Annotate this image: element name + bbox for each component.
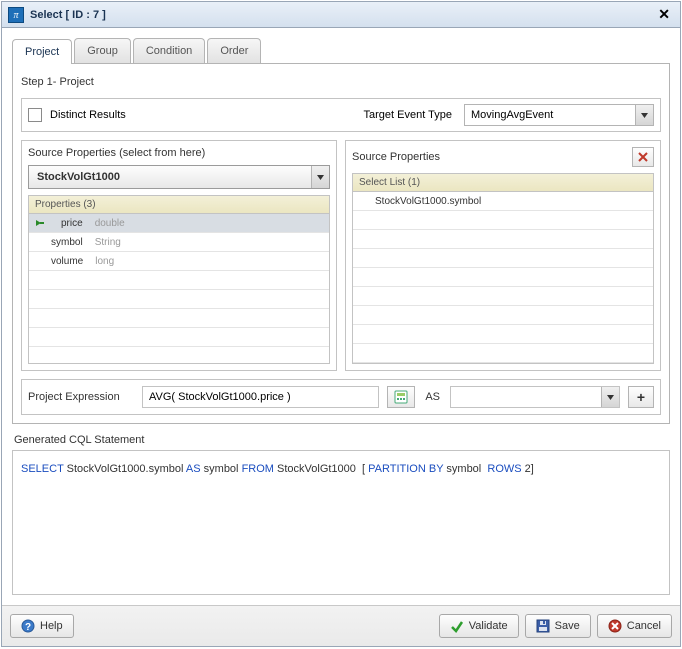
tab-order[interactable]: Order: [207, 38, 261, 63]
add-button[interactable]: +: [628, 386, 654, 408]
target-event-type-label: Target Event Type: [364, 109, 458, 121]
select-list-row: [353, 230, 653, 249]
cql-keyword: FROM: [242, 463, 274, 475]
remove-button[interactable]: [632, 147, 654, 167]
cql-token: [: [362, 463, 365, 475]
select-list-row: [353, 268, 653, 287]
svg-text:?: ?: [25, 622, 31, 633]
button-label: Save: [555, 620, 580, 632]
button-label: Help: [40, 620, 63, 632]
help-icon: ?: [21, 619, 35, 633]
select-list-row: [353, 287, 653, 306]
select-list-row: [353, 344, 653, 363]
close-icon[interactable]: ✕: [654, 6, 674, 23]
check-icon: [450, 619, 464, 633]
select-list-grid: Select List (1) StockVolGt1000.symbol: [352, 173, 654, 364]
cql-keyword: AS: [186, 463, 201, 475]
property-type: String: [95, 237, 121, 248]
project-expression-label: Project Expression: [28, 391, 134, 403]
properties-grid-header: Properties (3): [29, 196, 329, 214]
property-row[interactable]: price double: [29, 214, 329, 233]
help-button[interactable]: ? Help: [10, 614, 74, 638]
target-event-type-select[interactable]: MovingAvgEvent: [464, 104, 654, 126]
tab-project[interactable]: Project: [12, 39, 72, 64]
pi-icon: π: [8, 7, 24, 23]
select-list-row: [353, 325, 653, 344]
tab-condition[interactable]: Condition: [133, 38, 205, 63]
source-select-value: StockVolGt1000: [29, 171, 311, 183]
property-row[interactable]: volume long: [29, 252, 329, 271]
button-label: Cancel: [627, 620, 661, 632]
distinct-label: Distinct Results: [48, 109, 126, 121]
property-name: volume: [51, 256, 83, 267]
property-name: price: [61, 218, 83, 229]
property-row: [29, 290, 329, 309]
property-row: [29, 271, 329, 290]
validate-button[interactable]: Validate: [439, 614, 519, 638]
options-row: Distinct Results Target Event Type Movin…: [21, 98, 661, 132]
select-list-item: StockVolGt1000.symbol: [375, 196, 481, 207]
chevron-down-icon[interactable]: [635, 105, 653, 125]
function-picker-button[interactable]: [387, 386, 415, 408]
source-properties-title: Source Properties (select from here): [28, 147, 330, 159]
cql-keyword: SELECT: [21, 463, 64, 475]
property-type: long: [95, 256, 114, 267]
cql-token: symbol: [446, 463, 481, 475]
property-name: symbol: [51, 237, 83, 248]
calculator-icon: [394, 390, 408, 404]
cql-token: ]: [531, 463, 534, 475]
as-alias-select[interactable]: [450, 386, 620, 408]
arrow-right-icon: [35, 218, 45, 228]
property-row: [29, 309, 329, 328]
distinct-checkbox[interactable]: [28, 108, 42, 122]
step-label: Step 1- Project: [21, 72, 661, 90]
cql-keyword: ROWS: [487, 463, 521, 475]
select-list-row: [353, 306, 653, 325]
cancel-button[interactable]: Cancel: [597, 614, 672, 638]
source-properties-panel: Source Properties (select from here) Sto…: [21, 140, 337, 371]
tab-body: Step 1- Project Distinct Results Target …: [12, 63, 670, 424]
cql-token: StockVolGt1000: [277, 463, 356, 475]
chevron-down-icon[interactable]: [601, 387, 619, 407]
select-list-panel: Source Properties Select List (1) StockV…: [345, 140, 661, 371]
floppy-icon: [536, 619, 550, 633]
source-select[interactable]: StockVolGt1000: [28, 165, 330, 189]
window-title: Select [ ID : 7 ]: [30, 9, 654, 21]
property-row[interactable]: symbol String: [29, 233, 329, 252]
select-list-title: Source Properties: [352, 151, 632, 163]
footer: ? Help Validate Save Cancel: [2, 605, 680, 646]
chevron-down-icon[interactable]: [311, 166, 329, 188]
tab-strip: Project Group Condition Order: [12, 38, 670, 63]
cql-token: StockVolGt1000.symbol: [67, 463, 184, 475]
project-expression-input[interactable]: [142, 386, 379, 408]
cancel-icon: [608, 619, 622, 633]
select-list-row: [353, 211, 653, 230]
select-list-grid-header: Select List (1): [353, 174, 653, 192]
target-event-type-value: MovingAvgEvent: [465, 109, 635, 121]
tab-group[interactable]: Group: [74, 38, 131, 63]
expression-row: Project Expression AS +: [21, 379, 661, 415]
cql-keyword: PARTITION BY: [368, 463, 443, 475]
cql-token: symbol: [204, 463, 239, 475]
select-list-row[interactable]: StockVolGt1000.symbol: [353, 192, 653, 211]
select-list-row: [353, 249, 653, 268]
generated-cql-label: Generated CQL Statement: [12, 424, 670, 450]
as-label: AS: [423, 391, 442, 403]
generated-cql-box: SELECT StockVolGt1000.symbol AS symbol F…: [12, 450, 670, 595]
save-button[interactable]: Save: [525, 614, 591, 638]
properties-grid: Properties (3) price double symbol Strin…: [28, 195, 330, 364]
titlebar: π Select [ ID : 7 ] ✕: [2, 2, 680, 28]
property-row: [29, 328, 329, 347]
property-type: double: [95, 218, 125, 229]
button-label: Validate: [469, 620, 508, 632]
